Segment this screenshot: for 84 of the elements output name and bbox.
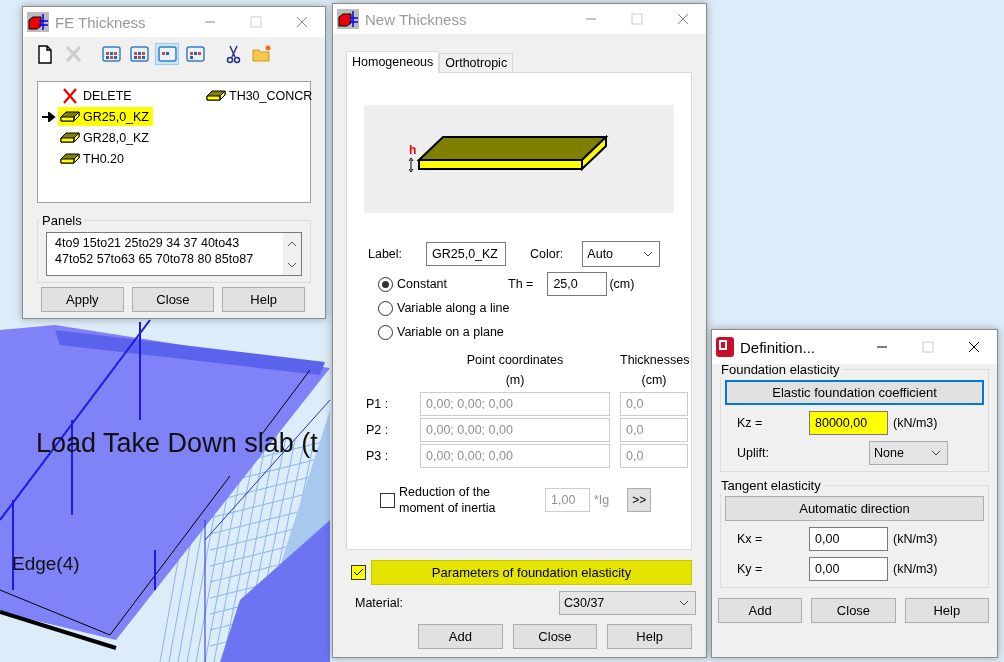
- app-icon: [27, 12, 49, 32]
- more-button[interactable]: >>: [627, 488, 652, 512]
- dialog-button[interactable]: Add: [718, 598, 803, 623]
- view-icon: [101, 44, 121, 64]
- row-label: P1 :: [366, 397, 390, 411]
- tab[interactable]: Orthotropic: [439, 53, 514, 72]
- list-item[interactable]: TH30_CONCR: [188, 85, 317, 106]
- caret-icon: [643, 251, 654, 257]
- dialog-button[interactable]: Close: [131, 287, 215, 312]
- unit-label: (kN/m3): [893, 532, 938, 546]
- slab-icon: [60, 131, 80, 144]
- field-label: Label:: [368, 247, 404, 261]
- color-select[interactable]: Auto: [582, 241, 661, 267]
- new-page-icon: [35, 44, 55, 64]
- group-title: Tangent elasticity: [720, 478, 822, 493]
- row-label: P2 :: [366, 423, 390, 437]
- dialog-button[interactable]: Help: [607, 624, 692, 649]
- thickness-field[interactable]: 25,0: [547, 272, 608, 296]
- foundation-parameters-button[interactable]: Parameters of foundation elasticity: [371, 559, 692, 585]
- field-label: Ky =: [737, 562, 764, 576]
- dimension-label: h: [409, 143, 417, 157]
- caret-icon: [931, 450, 941, 456]
- window-title: New Thickness: [365, 10, 468, 28]
- value-field[interactable]: 0,00: [809, 557, 888, 581]
- coefficient-button[interactable]: Automatic direction: [725, 496, 984, 521]
- field-label: Kx =: [737, 532, 764, 546]
- model-label: Edge(4): [12, 553, 80, 575]
- row-label: P3 :: [366, 449, 390, 463]
- arrow-icon: [42, 111, 56, 122]
- list-item[interactable]: GR28,0_KZ: [42, 127, 188, 148]
- dialog-button[interactable]: Add: [418, 624, 503, 649]
- material-select[interactable]: C30/37: [559, 591, 696, 615]
- cross-icon: [60, 87, 80, 104]
- field-label: Th =: [508, 277, 534, 291]
- slab-icon: [206, 89, 226, 102]
- field-label: Color:: [530, 247, 564, 261]
- unit-label: (kN/m3): [893, 416, 938, 430]
- window-title: Definition...: [740, 338, 817, 356]
- radio-button[interactable]: Constant: [378, 276, 448, 292]
- radio-button[interactable]: Variable along a line: [378, 300, 510, 316]
- group-title: Panels: [41, 213, 83, 228]
- window-title: FE Thickness: [55, 13, 147, 31]
- unit-label: *Ig: [594, 493, 610, 507]
- checkbox[interactable]: [351, 564, 366, 580]
- check-icon: [353, 567, 364, 577]
- unit-label: (cm): [609, 277, 635, 291]
- coefficient-button[interactable]: Elastic foundation coefficient: [725, 380, 984, 405]
- value-field[interactable]: 80000,00: [809, 411, 888, 435]
- uplift-select[interactable]: None: [869, 441, 948, 465]
- dialog-button[interactable]: Help: [222, 287, 305, 312]
- dialog-button[interactable]: Apply: [41, 287, 124, 312]
- scroll-down-icon[interactable]: [287, 261, 297, 268]
- caret-icon: [679, 600, 689, 606]
- list-item[interactable]: TH0.20: [42, 148, 188, 169]
- checkbox-label: Reduction of the moment of inertia: [399, 484, 497, 516]
- checkbox[interactable]: [380, 492, 395, 508]
- view-icon: [185, 44, 205, 64]
- folder-icon: [251, 44, 271, 64]
- label-field[interactable]: GR25,0_KZ: [426, 242, 506, 266]
- slab-icon: [60, 152, 80, 165]
- scroll-up-icon[interactable]: [287, 240, 297, 247]
- column-header: Thicknesses (cm): [620, 352, 688, 389]
- app-logo-icon: [716, 337, 734, 357]
- close-icon[interactable]: [968, 341, 980, 353]
- view-icon: [129, 44, 149, 64]
- value-field[interactable]: 0,00: [809, 527, 888, 551]
- column-header: Point coordinates (m): [465, 352, 565, 389]
- slab-icon: [60, 110, 80, 123]
- cross-icon: [63, 44, 83, 64]
- view-icon: [157, 44, 177, 64]
- field-label: Kz =: [737, 416, 764, 430]
- radio-button[interactable]: Variable on a plane: [378, 324, 504, 340]
- field-label: Material:: [355, 596, 404, 610]
- app-icon: [337, 9, 359, 29]
- model-label: Load Take Down slab (t: [36, 428, 318, 459]
- unit-label: (kN/m3): [893, 562, 938, 576]
- field-label: Uplift:: [737, 446, 770, 460]
- list-item[interactable]: DELETE: [42, 85, 188, 106]
- dialog-button[interactable]: Help: [904, 598, 989, 623]
- dialog-button[interactable]: Close: [811, 598, 896, 623]
- dialog-button[interactable]: Close: [512, 624, 598, 649]
- group-title: Foundation elasticity: [720, 362, 841, 377]
- tab[interactable]: Homogeneous: [346, 51, 440, 73]
- panels-field[interactable]: 4to9 15to21 25to29 34 37 40to43 47to52 57to63 65 70to78 80 85to87: [46, 232, 302, 276]
